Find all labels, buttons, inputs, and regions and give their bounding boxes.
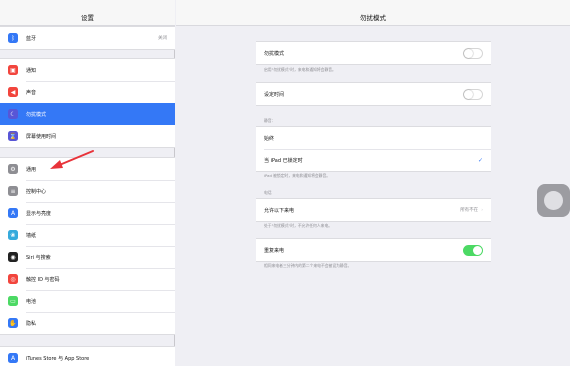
bluetooth-status: 关闭	[158, 36, 167, 41]
repeated-calls-label: 重复来电	[264, 247, 285, 254]
silence-footnote: iPad 被锁定时，来电和通知将会静音。	[264, 173, 331, 178]
moon-icon: ☾	[8, 109, 18, 119]
dnd-footnote: 启用"勿扰模式"时，来电和通知将会静音。	[264, 67, 336, 72]
sidebar-group-connectivity: ᛒ 蓝牙 关闭	[0, 26, 175, 50]
siri-icon: ◉	[8, 252, 18, 262]
hourglass-icon: ⌛	[8, 131, 18, 141]
dnd-toggle-group: 勿扰模式	[256, 41, 491, 65]
control-center-icon: ≡	[8, 186, 18, 196]
sidebar-item-fingerprint[interactable]: ◎ 触控 ID 与密码	[0, 268, 175, 290]
sidebar-item-label: 控制中心	[26, 188, 47, 195]
sidebar-title: 设置	[81, 14, 94, 22]
sidebar-item-label: 显示与亮度	[26, 210, 52, 217]
scheduled-group: 设定时间	[256, 82, 491, 106]
sidebar-item-privacy-hand[interactable]: ✋ 隐私	[0, 312, 175, 334]
sidebar-item-label: 声音	[26, 89, 37, 96]
fingerprint-icon: ◎	[8, 274, 18, 284]
repeated-calls-row: 重复来电	[256, 239, 491, 261]
chevron-right-icon: ›	[481, 208, 483, 213]
sidebar-item-label: 触控 ID 与密码	[26, 276, 60, 283]
assistive-touch-button[interactable]	[537, 184, 570, 217]
allow-calls-value: 所有不在 ›	[460, 207, 483, 213]
battery-icon: ▭	[8, 296, 18, 306]
wallpaper-icon: ❀	[8, 230, 18, 240]
sidebar-item-gear[interactable]: ⚙ 通用	[0, 158, 175, 180]
page-title: 勿扰模式	[360, 14, 386, 22]
sidebar-item-label: 蓝牙	[26, 35, 37, 42]
sidebar-item-wallpaper[interactable]: ❀ 墙纸	[0, 224, 175, 246]
dnd-detail-panel: 勿扰模式 勿扰模式 启用"勿扰模式"时，来电和通知将会静音。 设定时间 静音： …	[176, 0, 570, 366]
assistive-touch-dot	[544, 191, 563, 210]
sidebar-item-sound[interactable]: ◀ 声音	[0, 81, 175, 103]
sidebar-item-bluetooth[interactable]: ᛒ 蓝牙 关闭	[0, 27, 175, 49]
sidebar-item-label: 通知	[26, 67, 37, 74]
phone-footnote: 处于"勿扰模式"时，不允许任何人来电。	[264, 223, 333, 228]
scheduled-toggle[interactable]	[463, 89, 483, 100]
dnd-row: 勿扰模式	[256, 42, 491, 64]
bluetooth-icon: ᛒ	[8, 33, 18, 43]
repeated-calls-group: 重复来电	[256, 238, 491, 262]
phone-header: 电话	[264, 190, 272, 195]
sidebar-item-label: iTunes Store 与 App Store	[26, 355, 90, 362]
sidebar-item-label: 隐私	[26, 320, 37, 327]
dnd-toggle[interactable]	[463, 48, 483, 59]
scheduled-label: 设定时间	[264, 91, 285, 98]
sidebar-item-display[interactable]: A 显示与亮度	[0, 202, 175, 224]
checkmark-icon: ✓	[477, 156, 483, 164]
sidebar-item-hourglass[interactable]: ⌛ 屏幕使用时间	[0, 125, 175, 147]
silence-locked-row[interactable]: 当 iPad 已锁定时 ✓	[256, 149, 491, 171]
sidebar-item-label: 电池	[26, 298, 37, 305]
phone-group: 允许以下来电 所有不在 ›	[256, 198, 491, 222]
silence-always-label: 始终	[264, 135, 275, 142]
sidebar-item-label: 墙纸	[26, 232, 37, 239]
scheduled-row: 设定时间	[256, 83, 491, 105]
sidebar-group-notifications: ▣ 通知 ◀ 声音 ☾ 勿扰模式 ⌛ 屏幕使用时间	[0, 58, 175, 148]
app-store-icon: A	[8, 353, 18, 363]
sidebar-item-app-store[interactable]: AiTunes Store 与 App Store	[0, 347, 175, 366]
repeated-calls-toggle[interactable]	[463, 245, 483, 256]
toggle-knob	[464, 90, 473, 99]
sidebar-item-label: 屏幕使用时间	[26, 133, 57, 140]
allow-calls-row[interactable]: 允许以下来电 所有不在 ›	[256, 199, 491, 221]
sidebar-item-label: Siri 与搜索	[26, 254, 51, 261]
toggle-knob	[464, 49, 473, 58]
sidebar-item-label: 通用	[26, 166, 37, 173]
gear-icon: ⚙	[8, 164, 18, 174]
sidebar-group-general: ⚙ 通用 ≡ 控制中心 A 显示与亮度 ❀ 墙纸 ◉ Siri 与搜索 ◎ 触控 ID 与密码 ▭ 电池 ✋…	[0, 157, 175, 335]
sidebar-item-control-center[interactable]: ≡ 控制中心	[0, 180, 175, 202]
silence-header: 静音：	[264, 118, 276, 123]
sidebar-item-siri[interactable]: ◉ Siri 与搜索	[0, 246, 175, 268]
sidebar-item-battery[interactable]: ▭ 电池	[0, 290, 175, 312]
silence-group: 始终 当 iPad 已锁定时 ✓	[256, 126, 491, 172]
silence-always-row[interactable]: 始终	[256, 127, 491, 149]
sidebar-group-store: AiTunes Store 与 App Store	[0, 346, 175, 366]
display-icon: A	[8, 208, 18, 218]
sidebar-item-moon[interactable]: ☾ 勿扰模式	[0, 103, 175, 125]
sidebar-item-notifications[interactable]: ▣ 通知	[0, 59, 175, 81]
repeated-calls-footnote: 相同来电者三分钟内的第二个来电不会被设为静音。	[264, 263, 352, 268]
sidebar-item-label: 勿扰模式	[26, 111, 47, 118]
silence-locked-label: 当 iPad 已锁定时	[264, 157, 303, 164]
toggle-knob	[473, 246, 482, 255]
dnd-label: 勿扰模式	[264, 50, 285, 57]
notifications-icon: ▣	[8, 65, 18, 75]
privacy-hand-icon: ✋	[8, 318, 18, 328]
allow-calls-label: 允许以下来电	[264, 207, 295, 214]
allow-calls-value-text: 所有不在	[460, 208, 479, 213]
settings-sidebar: 设置 ᛒ 蓝牙 关闭 ▣ 通知 ◀ 声音 ☾ 勿扰模式 ⌛ 屏幕使用时间 ⚙ 通用 ≡ 控制中心 A 显…	[0, 0, 175, 366]
sound-icon: ◀	[8, 87, 18, 97]
